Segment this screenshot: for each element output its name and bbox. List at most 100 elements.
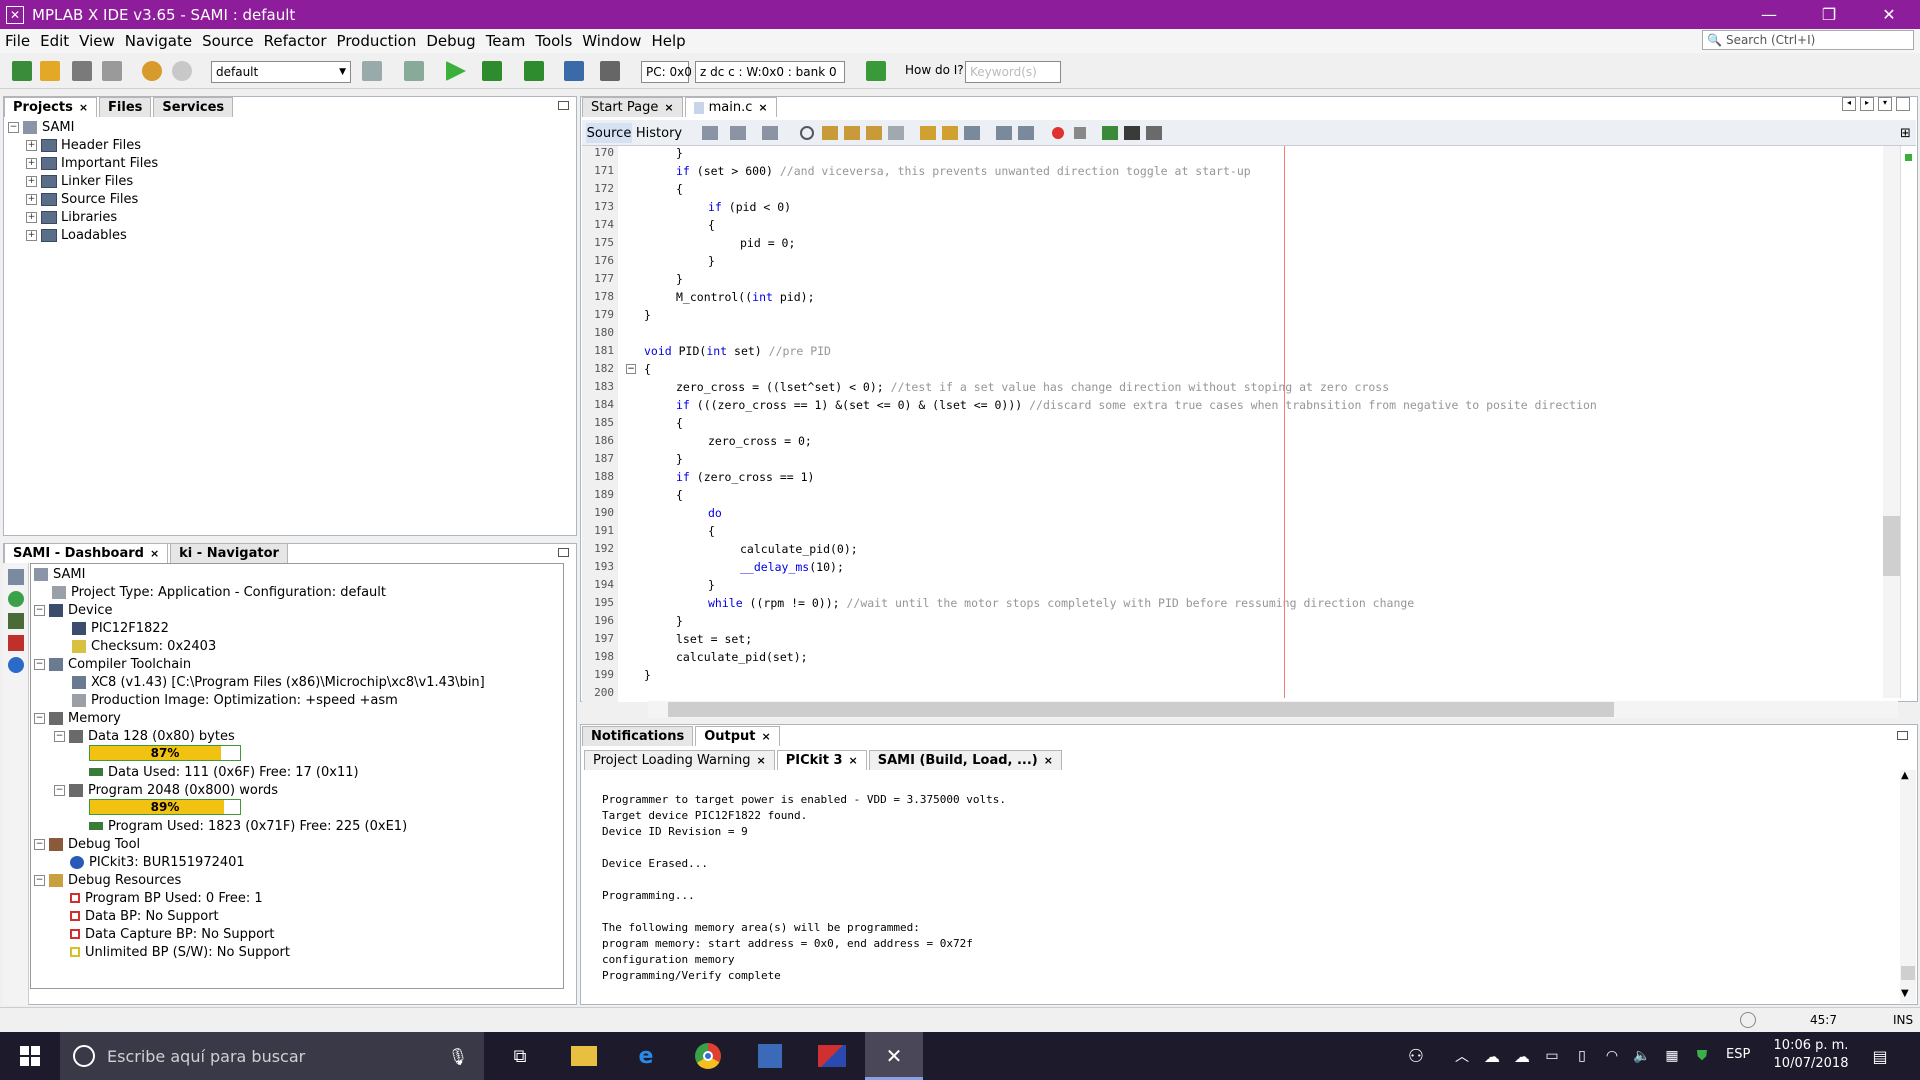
program-device-icon[interactable] bbox=[482, 61, 502, 81]
tab-main-c[interactable]: main.c × bbox=[684, 97, 777, 117]
tree-item-header-files[interactable]: + Header Files bbox=[26, 136, 141, 154]
code-line[interactable]: } bbox=[676, 146, 683, 162]
uncomment-icon[interactable] bbox=[1124, 126, 1140, 140]
close-icon[interactable]: × bbox=[758, 101, 767, 114]
close-button[interactable]: ✕ bbox=[1866, 0, 1912, 29]
dash-program-memory[interactable]: − Program 2048 (0x800) words bbox=[54, 781, 278, 799]
config-select[interactable]: default ▼ bbox=[211, 61, 351, 83]
code-line[interactable]: } bbox=[676, 612, 683, 630]
scrollbar-thumb[interactable] bbox=[1901, 966, 1915, 980]
code-editor[interactable]: } if (set > 600) //and viceversa, this pr… bbox=[618, 146, 1883, 702]
battery-icon[interactable]: ▭ bbox=[1536, 1040, 1568, 1072]
minimize-panel-icon[interactable] bbox=[1897, 731, 1908, 740]
network-app-icon[interactable] bbox=[758, 1044, 782, 1068]
dash-device[interactable]: − Device bbox=[34, 601, 112, 619]
taskbar-search[interactable]: Escribe aquí para buscar 🎙 bbox=[60, 1032, 484, 1080]
code-line[interactable]: if (pid < 0) bbox=[708, 198, 791, 216]
forward-icon[interactable] bbox=[762, 126, 778, 140]
code-line[interactable]: { bbox=[708, 216, 715, 234]
fold-marker-icon[interactable]: − bbox=[626, 364, 636, 374]
close-icon[interactable]: × bbox=[150, 547, 159, 560]
pdf-icon[interactable] bbox=[8, 635, 24, 651]
close-icon[interactable]: × bbox=[762, 730, 771, 743]
chevron-left-icon[interactable]: ◂ bbox=[1842, 97, 1856, 111]
keyboard-icon[interactable]: ▦ bbox=[1656, 1040, 1688, 1072]
file-explorer-icon[interactable] bbox=[571, 1046, 597, 1066]
menu-help[interactable]: Help bbox=[646, 32, 690, 50]
menu-source[interactable]: Source bbox=[197, 32, 259, 50]
tab-start-page[interactable]: Start Page × bbox=[582, 97, 683, 117]
menu-edit[interactable]: Edit bbox=[35, 32, 74, 50]
close-icon[interactable]: × bbox=[1044, 754, 1053, 767]
code-line[interactable]: } bbox=[644, 666, 651, 684]
h-scrollbar-thumb[interactable] bbox=[668, 702, 1614, 717]
menu-file[interactable]: File bbox=[0, 32, 35, 50]
code-line[interactable]: lset = set; bbox=[676, 630, 752, 648]
mplab-x-icon[interactable]: ✕ bbox=[878, 1040, 910, 1072]
output-scrollbar[interactable]: ▲ ▼ bbox=[1900, 770, 1916, 1003]
back-icon[interactable] bbox=[730, 126, 746, 140]
onedrive-icon[interactable]: ☁ bbox=[1506, 1040, 1538, 1072]
code-line[interactable]: { bbox=[676, 414, 683, 432]
code-line[interactable]: if (zero_cross == 1) bbox=[676, 468, 814, 486]
close-icon[interactable]: × bbox=[756, 754, 765, 767]
code-line[interactable]: zero_cross = 0; bbox=[708, 432, 812, 450]
menu-tools[interactable]: Tools bbox=[530, 32, 577, 50]
code-line[interactable]: calculate_pid(0); bbox=[740, 540, 858, 558]
windows-start-icon[interactable] bbox=[14, 1040, 46, 1072]
tree-item-source-files[interactable]: + Source Files bbox=[26, 190, 138, 208]
action-center-icon[interactable]: ▤ bbox=[1864, 1040, 1896, 1072]
code-line[interactable]: do bbox=[708, 504, 722, 522]
comment-icon[interactable] bbox=[1102, 126, 1118, 140]
menu-team[interactable]: Team bbox=[481, 32, 531, 50]
code-line[interactable]: zero_cross = ((lset^set) < 0); //test if… bbox=[676, 378, 1389, 396]
output-text-area[interactable]: Programmer to target power is enabled - … bbox=[583, 770, 1901, 1003]
tab-navigator[interactable]: ki - Navigator bbox=[170, 543, 288, 563]
tab-sami-build[interactable]: SAMI (Build, Load, ...) × bbox=[868, 750, 1062, 770]
minimize-panel-icon[interactable] bbox=[558, 548, 569, 557]
tab-services[interactable]: Services bbox=[153, 97, 234, 117]
menu-refactor[interactable]: Refactor bbox=[259, 32, 332, 50]
split-icon[interactable]: ⊞ bbox=[1900, 126, 1911, 141]
properties-icon[interactable] bbox=[8, 569, 24, 585]
tab-project-loading-warning[interactable]: Project Loading Warning × bbox=[584, 750, 775, 770]
tree-item-loadables[interactable]: + Loadables bbox=[26, 226, 127, 244]
code-line[interactable]: } bbox=[644, 306, 651, 324]
search-input[interactable]: 🔍 Search (Ctrl+I) bbox=[1702, 30, 1914, 50]
toggle-highlight-icon[interactable] bbox=[888, 126, 904, 140]
menu-window[interactable]: Window bbox=[577, 32, 646, 50]
minimize-panel-icon[interactable] bbox=[558, 101, 569, 110]
last-edit-icon[interactable] bbox=[702, 126, 718, 140]
dash-compiler[interactable]: − Compiler Toolchain bbox=[34, 655, 191, 673]
next-bookmark-icon[interactable] bbox=[942, 126, 958, 140]
dash-debug-tool[interactable]: − Debug Tool bbox=[34, 835, 140, 853]
vertical-scrollbar[interactable] bbox=[1883, 146, 1900, 698]
code-line[interactable]: void PID(int set) //pre PID bbox=[644, 342, 831, 360]
minimize-button[interactable]: — bbox=[1746, 0, 1792, 29]
chevron-down-icon[interactable]: ▾ bbox=[1878, 97, 1892, 111]
record-macro-icon[interactable] bbox=[1052, 127, 1064, 139]
code-line[interactable]: calculate_pid(set); bbox=[676, 648, 808, 666]
code-line[interactable]: { bbox=[708, 522, 715, 540]
new-project-icon[interactable] bbox=[40, 61, 60, 81]
scrollbar-thumb[interactable] bbox=[1883, 516, 1900, 576]
code-line[interactable]: M_control((int pid); bbox=[676, 288, 815, 306]
menu-production[interactable]: Production bbox=[332, 32, 422, 50]
menu-navigate[interactable]: Navigate bbox=[120, 32, 197, 50]
maximize-icon[interactable] bbox=[1896, 97, 1910, 111]
new-file-icon[interactable] bbox=[12, 61, 32, 81]
find-next-icon[interactable] bbox=[844, 126, 860, 140]
tab-history[interactable]: History bbox=[634, 123, 684, 143]
wifi-icon[interactable]: ◠ bbox=[1596, 1040, 1628, 1072]
tab-files[interactable]: Files bbox=[99, 97, 152, 117]
code-line[interactable]: } bbox=[676, 450, 683, 468]
dash-memory[interactable]: − Memory bbox=[34, 709, 121, 727]
tab-source[interactable]: Source bbox=[586, 123, 632, 143]
tree-item-linker-files[interactable]: + Linker Files bbox=[26, 172, 133, 190]
code-line[interactable]: while ((rpm != 0)); //wait until the mot… bbox=[708, 594, 1414, 612]
tree-item-important-files[interactable]: + Important Files bbox=[26, 154, 158, 172]
run-icon[interactable] bbox=[446, 61, 466, 81]
toggle-bookmark-icon[interactable] bbox=[964, 126, 980, 140]
find-previous-icon[interactable] bbox=[822, 126, 838, 140]
find-selection-icon[interactable] bbox=[866, 126, 882, 140]
